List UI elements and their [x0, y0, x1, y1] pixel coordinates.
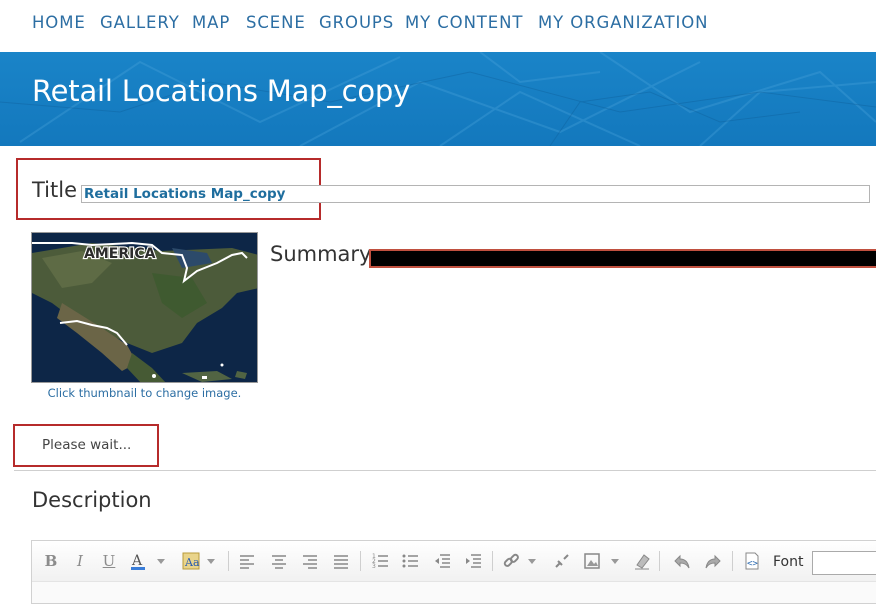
- remove-format-icon[interactable]: [633, 552, 651, 570]
- undo-icon[interactable]: [673, 552, 691, 570]
- map-label-america: AMERICA: [84, 246, 156, 262]
- description-label: Description: [32, 488, 152, 512]
- insert-image-icon[interactable]: [583, 552, 601, 570]
- text-color-dropdown-icon[interactable]: [157, 559, 165, 564]
- nav-groups[interactable]: GROUPS: [319, 13, 394, 32]
- svg-text:3: 3: [372, 563, 376, 570]
- nav-gallery[interactable]: GALLERY: [100, 13, 180, 32]
- unlink-icon[interactable]: [553, 552, 571, 570]
- image-dropdown-icon[interactable]: [611, 559, 619, 564]
- title-input[interactable]: [81, 185, 870, 203]
- nav-home[interactable]: HOME: [32, 13, 86, 32]
- map-thumbnail-image: AMERICA: [32, 233, 257, 382]
- bulleted-list-icon[interactable]: [401, 552, 419, 570]
- svg-text:Aa: Aa: [184, 556, 200, 569]
- nav-scene[interactable]: SCENE: [246, 13, 306, 32]
- italic-icon[interactable]: I: [73, 552, 87, 570]
- align-right-icon[interactable]: [301, 552, 319, 570]
- nav-my-content[interactable]: MY CONTENT: [405, 13, 523, 32]
- underline-icon[interactable]: U: [101, 552, 117, 570]
- numbered-list-icon[interactable]: 123: [371, 552, 389, 570]
- nav-my-organization[interactable]: MY ORGANIZATION: [538, 13, 708, 32]
- editor-toolbar: B I U A Aa 123 <> Font: [32, 541, 876, 582]
- description-editor[interactable]: B I U A Aa 123 <> Font: [31, 540, 876, 604]
- font-label: Font: [773, 554, 804, 570]
- view-source-icon[interactable]: <>: [743, 552, 761, 570]
- summary-input-redacted[interactable]: [369, 249, 876, 268]
- top-navigation: HOME GALLERY MAP SCENE GROUPS MY CONTENT…: [0, 0, 876, 52]
- title-label: Title: [32, 178, 78, 202]
- page-title: Retail Locations Map_copy: [32, 74, 411, 108]
- bold-icon[interactable]: B: [44, 552, 58, 570]
- toolbar-separator: [659, 551, 660, 571]
- justify-icon[interactable]: [332, 552, 350, 570]
- align-center-icon[interactable]: [270, 552, 288, 570]
- item-thumbnail[interactable]: AMERICA: [31, 232, 258, 383]
- outdent-icon[interactable]: [433, 552, 451, 570]
- create-link-icon[interactable]: [502, 552, 520, 570]
- font-select[interactable]: [812, 551, 876, 575]
- toolbar-separator: [732, 551, 733, 571]
- toolbar-separator: [228, 551, 229, 571]
- page-header-banner: Retail Locations Map_copy: [0, 52, 876, 146]
- text-color-icon[interactable]: A: [130, 552, 146, 570]
- highlight-dropdown-icon[interactable]: [207, 559, 215, 564]
- highlight-color-icon[interactable]: Aa: [182, 552, 200, 570]
- nav-map[interactable]: MAP: [192, 13, 230, 32]
- align-left-icon[interactable]: [238, 552, 256, 570]
- svg-text:<>: <>: [747, 559, 758, 569]
- section-divider: [14, 470, 876, 471]
- thumbnail-caption[interactable]: Click thumbnail to change image.: [31, 386, 258, 400]
- toolbar-separator: [360, 551, 361, 571]
- toolbar-separator: [492, 551, 493, 571]
- indent-icon[interactable]: [464, 552, 482, 570]
- summary-label: Summary: [270, 242, 372, 266]
- link-dropdown-icon[interactable]: [528, 559, 536, 564]
- redo-icon[interactable]: [704, 552, 722, 570]
- svg-text:A: A: [131, 553, 143, 569]
- loading-message: Please wait...: [42, 437, 132, 453]
